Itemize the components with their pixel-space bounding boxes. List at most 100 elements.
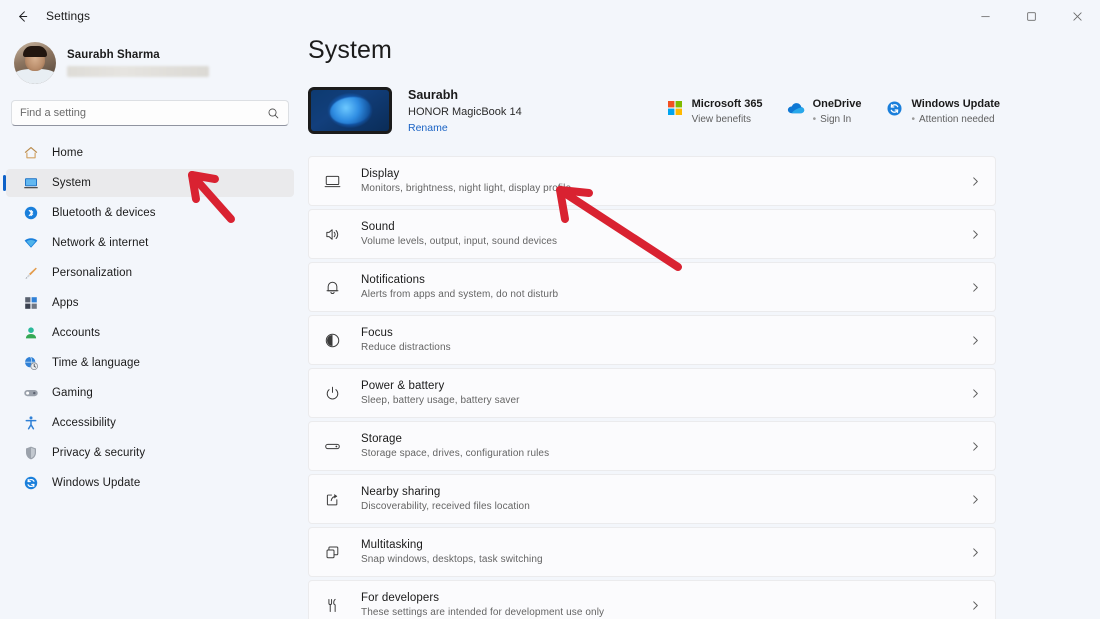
device-name: Saurabh [408,87,459,102]
sidebar-item-windows-update[interactable]: Windows Update [6,469,294,497]
search-box[interactable] [11,100,289,126]
sidebar-item-label: Home [52,147,84,159]
status-widget-subtitle: Attention needed [911,114,1000,125]
status-widget-subtitle: Sign In [813,114,862,125]
user-profile[interactable]: Saurabh Sharma [0,32,300,88]
power-icon [321,382,343,404]
privacy-security-icon [22,444,40,462]
status-widgets: Microsoft 365 View benefits OneDrive • S… [666,96,1000,125]
chevron-right-icon [970,229,981,240]
row-title: Focus [361,327,393,339]
row-text: Notifications Alerts from apps and syste… [361,274,970,300]
sidebar-item-time-language[interactable]: Time & language [6,349,294,377]
row-title: Storage [361,433,402,445]
search-input[interactable] [20,107,267,119]
settings-list: Display Monitors, brightness, night ligh… [308,156,1100,619]
rename-link[interactable]: Rename [408,122,522,134]
row-text: Power & battery Sleep, battery usage, ba… [361,380,970,406]
sidebar-item-bluetooth-devices[interactable]: Bluetooth & devices [6,199,294,227]
device-thumbnail [308,87,392,134]
device-header: Saurabh HONOR MagicBook 14 Rename Micros… [308,87,1100,134]
storage-icon [321,435,343,457]
status-widget-title: Windows Update [911,98,1000,110]
chevron-right-icon [970,176,981,187]
sidebar-item-personalization[interactable]: Personalization [6,259,294,287]
setting-row-multitasking[interactable]: Multitasking Snap windows, desktops, tas… [308,527,996,577]
status-widget-onedrive[interactable]: OneDrive Sign In [787,98,862,125]
sidebar-item-system[interactable]: System [3,169,294,197]
sidebar-item-label: Accounts [52,327,101,339]
network-icon [22,234,40,252]
window-title: Settings [46,9,91,23]
page-title: System [308,36,392,64]
minimize-icon [980,15,990,17]
sidebar-item-gaming[interactable]: Gaming [6,379,294,407]
status-widget-title: Microsoft 365 [691,98,763,110]
row-title: Sound [361,221,395,233]
setting-row-for-developers[interactable]: For developers These settings are intend… [308,580,996,619]
sidebar-item-network-internet[interactable]: Network & internet [6,229,294,257]
setting-row-sound[interactable]: Sound Volume levels, output, input, soun… [308,209,996,259]
setting-row-nearby-sharing[interactable]: Nearby sharing Discoverability, received… [308,474,996,524]
window-body: Saurabh Sharma Find a setting Home Syste… [0,32,1100,619]
row-subtitle: Snap windows, desktops, task switching [361,554,543,565]
setting-row-storage[interactable]: Storage Storage space, drives, configura… [308,421,996,471]
home-icon [22,144,40,162]
device-model: HONOR MagicBook 14 [408,105,522,118]
maximize-button[interactable] [1008,0,1054,32]
main-content: System Saurabh HONOR MagicBook 14 Rename [300,32,1100,619]
status-widget-windows-update[interactable]: Windows Update Attention needed [885,98,1000,125]
bell-icon [321,276,343,298]
setting-row-notifications[interactable]: Notifications Alerts from apps and syste… [308,262,996,312]
sidebar-item-apps[interactable]: Apps [6,289,294,317]
sidebar-item-label: Privacy & security [52,447,146,459]
sidebar-item-privacy-security[interactable]: Privacy & security [6,439,294,467]
microsoft-365-icon [666,99,684,117]
sidebar-item-accounts[interactable]: Accounts [6,319,294,347]
row-title: Power & battery [361,380,445,392]
chevron-right-icon [970,282,981,293]
sidebar: Saurabh Sharma Find a setting Home Syste… [0,32,300,619]
status-widget-text: OneDrive Sign In [813,98,862,125]
accounts-icon [22,324,40,342]
accessibility-icon [22,414,40,432]
row-text: For developers These settings are intend… [361,592,970,618]
monitor-icon [321,170,343,192]
setting-row-display[interactable]: Display Monitors, brightness, night ligh… [308,156,996,206]
chevron-right-icon [970,335,981,346]
sidebar-item-home[interactable]: Home [6,139,294,167]
sidebar-item-label: Windows Update [52,477,141,489]
status-widget-text: Windows Update Attention needed [911,98,1000,125]
sidebar-item-label: Time & language [52,357,141,369]
device-info: Saurabh HONOR MagicBook 14 Rename [408,88,522,134]
profile-text: Saurabh Sharma [67,49,209,77]
apps-icon [22,294,40,312]
title-bar: Settings [0,0,1100,32]
developer-tools-icon [321,594,343,616]
minimize-button[interactable] [962,0,1008,32]
back-button[interactable] [6,0,38,32]
gaming-icon [22,384,40,402]
row-subtitle: These settings are intended for developm… [361,607,605,618]
close-button[interactable] [1054,0,1100,32]
sidebar-item-label: Gaming [52,387,93,399]
row-subtitle: Discoverability, received files location [361,501,530,512]
chevron-right-icon [970,600,981,611]
status-widget-microsoft-365[interactable]: Microsoft 365 View benefits [666,98,763,125]
profile-email-redacted [67,66,209,77]
sidebar-item-label: Accessibility [52,417,116,429]
speaker-icon [321,223,343,245]
time-language-icon [22,354,40,372]
search-icon [267,107,280,120]
status-widget-title: OneDrive [812,98,862,110]
row-title: Nearby sharing [361,486,441,498]
sidebar-item-accessibility[interactable]: Accessibility [6,409,294,437]
setting-row-power-battery[interactable]: Power & battery Sleep, battery usage, ba… [308,368,996,418]
row-subtitle: Alerts from apps and system, do not dist… [361,289,559,300]
window-controls [962,0,1100,32]
row-text: Display Monitors, brightness, night ligh… [361,168,970,194]
back-arrow-icon [18,10,27,22]
setting-row-focus[interactable]: Focus Reduce distractions [308,315,996,365]
row-text: Multitasking Snap windows, desktops, tas… [361,539,970,565]
status-widget-text: Microsoft 365 View benefits [692,98,763,125]
